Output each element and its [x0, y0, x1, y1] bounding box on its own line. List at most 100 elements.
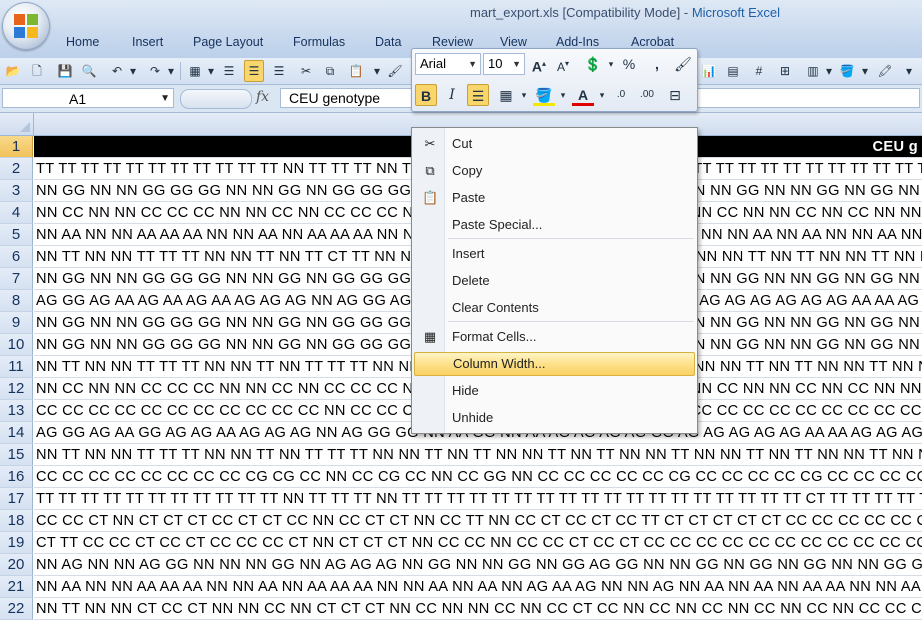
row-header[interactable]: 16	[0, 466, 33, 488]
shrink-font-label: A	[556, 60, 565, 74]
office-button[interactable]	[2, 2, 50, 50]
row-header[interactable]: 2	[0, 158, 33, 180]
fill-color-icon[interactable]: 🪣	[838, 61, 856, 81]
increase-decimal-button[interactable]: .0	[610, 84, 632, 106]
menu-item-column-width[interactable]: Column Width...	[414, 352, 695, 376]
genotype-cell[interactable]: TT TT TT TT TT TT TT TT TT TT TT NN TT T…	[34, 488, 922, 510]
row-header[interactable]: 9	[0, 312, 33, 334]
table-icon[interactable]: ▤	[724, 61, 742, 81]
row-header[interactable]: 14	[0, 422, 33, 444]
grid-icon[interactable]: #	[750, 61, 768, 81]
tab-review[interactable]: Review	[432, 35, 473, 49]
borders-dropdown-icon[interactable]: ▾	[513, 84, 535, 106]
genotype-cell[interactable]: CT TT CC CC CT CC CT CC CC CC CT NN CT C…	[34, 532, 922, 554]
menu-item-insert[interactable]: Insert	[414, 242, 695, 266]
format-painter-icon[interactable]: 🖌	[386, 61, 404, 81]
row-header[interactable]: 7	[0, 268, 33, 290]
paste-icon: 📋	[422, 190, 439, 205]
row-header[interactable]: 6	[0, 246, 33, 268]
fill-color-dropdown-icon[interactable]: ▾	[856, 61, 874, 81]
cut-icon[interactable]: ✂	[297, 61, 315, 81]
open-icon[interactable]: 📂	[4, 61, 22, 81]
font-name-dropdown-icon[interactable]: ▼	[468, 54, 477, 74]
insert-function-icon[interactable]: fx	[256, 89, 269, 105]
merge-center-icon[interactable]: ⊟	[664, 84, 686, 106]
row-header[interactable]: 10	[0, 334, 33, 356]
highlighter-icon[interactable]: 🖍	[876, 61, 894, 81]
chart-icon[interactable]: 📊	[700, 61, 718, 81]
align-left-icon[interactable]: ☰	[220, 61, 238, 81]
row-header[interactable]: 13	[0, 400, 33, 422]
redo-dropdown-icon[interactable]: ▾	[162, 61, 180, 81]
percent-button[interactable]: %	[618, 53, 640, 75]
row-header[interactable]: 1	[0, 136, 33, 158]
font-name-select[interactable]: Arial ▼	[415, 53, 481, 75]
font-size-dropdown-icon[interactable]: ▼	[512, 54, 521, 74]
toolbar-separator	[180, 62, 181, 80]
tab-view[interactable]: View	[500, 35, 527, 49]
menu-item-cut[interactable]: ✂ Cut	[414, 132, 695, 156]
row-header[interactable]: 21	[0, 576, 33, 598]
columns-dropdown-icon[interactable]: ▾	[820, 61, 838, 81]
row-header[interactable]: 15	[0, 444, 33, 466]
row-header[interactable]: 22	[0, 598, 33, 620]
genotype-cell[interactable]: CC CC CC CC CC CC CC CC CG CG CC NN CC C…	[34, 466, 922, 488]
menu-item-format-cells[interactable]: ▦ Format Cells...	[414, 325, 695, 349]
tab-page-layout[interactable]: Page Layout	[193, 35, 263, 49]
genotype-cell[interactable]: NN AA NN NN AA AA AA NN NN AA NN AA AA A…	[34, 576, 922, 598]
paste-dropdown-icon[interactable]: ▾	[368, 61, 386, 81]
bold-button[interactable]: B	[415, 84, 437, 106]
fill-color-dropdown-icon[interactable]: ▾	[552, 84, 574, 106]
borders-dropdown-icon[interactable]: ▾	[202, 61, 220, 81]
menu-item-unhide[interactable]: Unhide	[414, 406, 695, 430]
row-header[interactable]: 3	[0, 180, 33, 202]
pivot-icon[interactable]: ⊞	[776, 61, 794, 81]
copy-icon[interactable]: ⧉	[321, 61, 339, 81]
row-header[interactable]: 5	[0, 224, 33, 246]
genotype-cell[interactable]: NN TT NN NN CT CC CT NN NN CC NN CT CT C…	[34, 598, 922, 620]
undo-dropdown-icon[interactable]: ▾	[124, 61, 142, 81]
decrease-decimal-button[interactable]: .00	[636, 84, 658, 106]
menu-item-paste[interactable]: 📋 Paste	[414, 186, 695, 210]
save-icon[interactable]: 💾	[56, 61, 74, 81]
genotype-cell[interactable]: NN AG NN NN AG GG NN NN NN GG NN AG AG A…	[34, 554, 922, 576]
row-header[interactable]: 17	[0, 488, 33, 510]
row-header[interactable]: 4	[0, 202, 33, 224]
align-center-icon[interactable]: ☰	[467, 84, 489, 106]
formula-bar-resizer[interactable]	[180, 89, 252, 109]
genotype-cell[interactable]: CC CC CT NN CT CT CT CC CT CT CC NN CC C…	[34, 510, 922, 532]
align-center-icon[interactable]: ☰	[244, 60, 264, 82]
tab-add-ins[interactable]: Add-Ins	[556, 35, 599, 49]
row-header[interactable]: 11	[0, 356, 33, 378]
new-icon[interactable]: 🗋	[28, 61, 46, 81]
menu-item-copy[interactable]: ⧉ Copy	[414, 159, 695, 183]
menu-item-paste-special[interactable]: Paste Special...	[414, 213, 695, 237]
tab-acrobat[interactable]: Acrobat	[631, 35, 674, 49]
row-header[interactable]: 12	[0, 378, 33, 400]
shrink-font-button[interactable]: A▾	[552, 53, 574, 75]
name-box-dropdown-icon[interactable]: ▼	[160, 89, 170, 109]
tab-formulas[interactable]: Formulas	[293, 35, 345, 49]
row-header[interactable]: 19	[0, 532, 33, 554]
toolbar-more-icon[interactable]: ▾	[900, 61, 918, 81]
paste-icon[interactable]: 📋	[347, 61, 365, 81]
menu-item-hide[interactable]: Hide	[414, 379, 695, 403]
grow-font-button[interactable]: A▴	[528, 53, 550, 75]
font-size-select[interactable]: 10 ▼	[483, 53, 525, 75]
tab-insert[interactable]: Insert	[132, 35, 163, 49]
select-all-button[interactable]	[0, 113, 34, 136]
menu-item-delete[interactable]: Delete	[414, 269, 695, 293]
name-box[interactable]: A1 ▼	[2, 88, 174, 108]
comma-button[interactable]: ,	[646, 53, 668, 75]
italic-button[interactable]: I	[441, 84, 463, 106]
genotype-cell[interactable]: NN TT NN NN TT TT TT NN NN TT NN TT TT T…	[34, 444, 922, 466]
row-header[interactable]: 8	[0, 290, 33, 312]
tab-home[interactable]: Home	[66, 35, 99, 49]
format-painter-icon[interactable]: 🖌	[672, 53, 694, 75]
print-preview-icon[interactable]: 🔍	[80, 61, 98, 81]
row-header[interactable]: 18	[0, 510, 33, 532]
align-right-icon[interactable]: ☰	[270, 61, 288, 81]
menu-item-clear-contents[interactable]: Clear Contents	[414, 296, 695, 320]
row-header[interactable]: 20	[0, 554, 33, 576]
tab-data[interactable]: Data	[375, 35, 401, 49]
